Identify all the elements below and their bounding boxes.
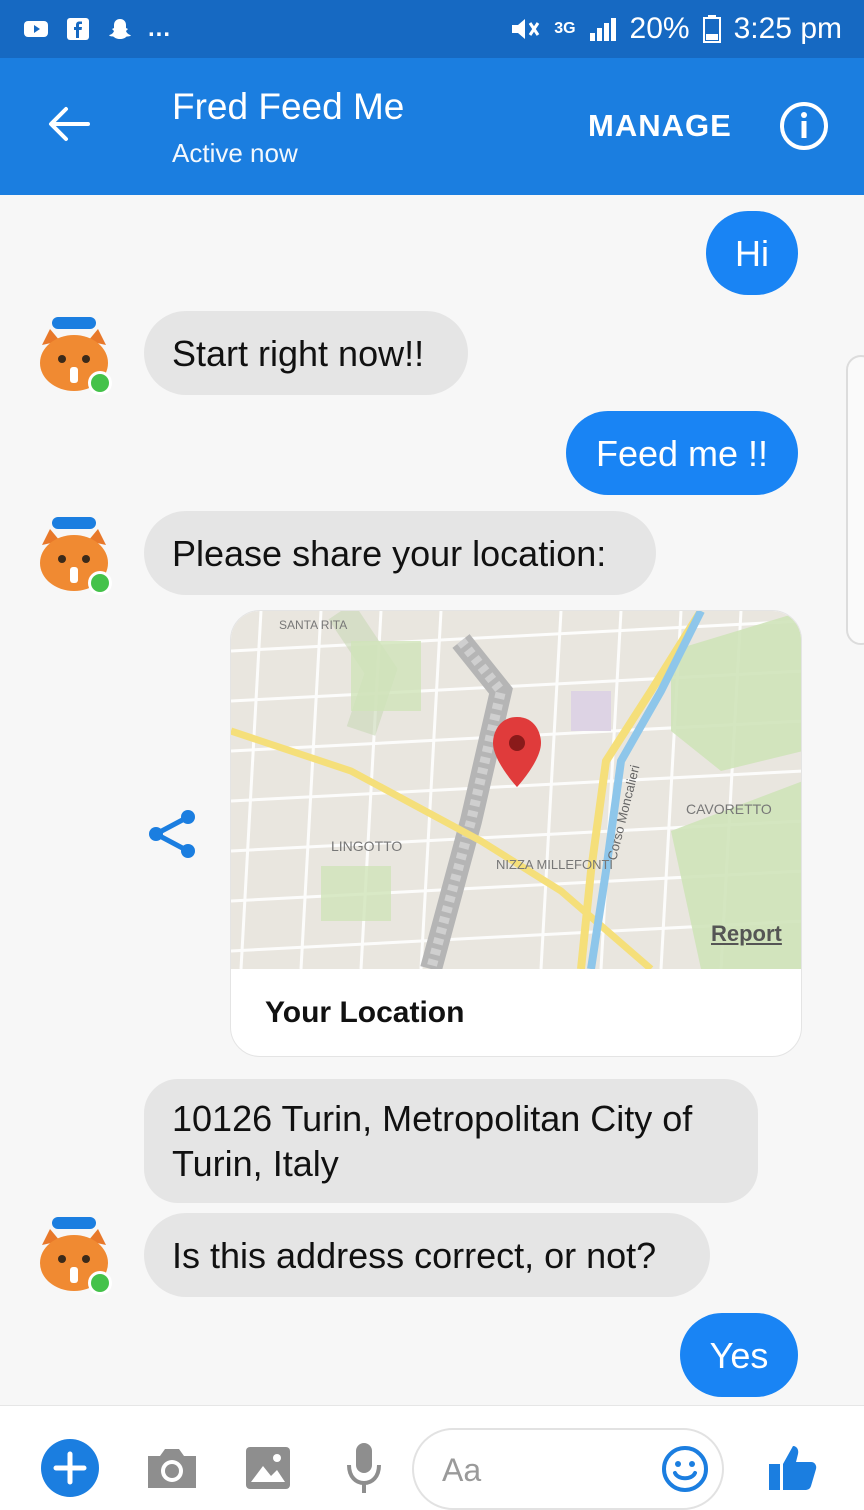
message-text: Feed me !! <box>595 432 769 474</box>
message-composer <box>0 1405 864 1510</box>
plus-circle-icon <box>41 1439 99 1497</box>
bot-avatar[interactable] <box>32 515 116 599</box>
bot-avatar[interactable] <box>32 315 116 399</box>
message-outgoing[interactable]: Hi <box>706 211 798 295</box>
message-incoming[interactable]: Start right now!! <box>144 311 468 395</box>
conversation-header: Fred Feed Me Active now MANAGE <box>0 58 864 195</box>
map-label-lingotto: LINGOTTO <box>331 838 402 854</box>
gallery-button[interactable] <box>238 1438 298 1498</box>
bot-avatar[interactable] <box>32 1215 116 1299</box>
message-text: Start right now!! <box>172 332 425 374</box>
camera-icon <box>148 1449 196 1488</box>
message-incoming[interactable]: Is this address correct, or not? <box>144 1213 710 1297</box>
status-overflow: ... <box>148 15 172 42</box>
back-button[interactable] <box>40 96 96 152</box>
location-card[interactable]: SANTA RITA LINGOTTO NIZZA MILLEFONTI CAV… <box>230 610 802 1057</box>
status-bar: ... 3G 20% 3:25 pm <box>0 0 864 58</box>
message-text: Yes <box>709 1334 769 1376</box>
scroll-indicator <box>846 355 864 645</box>
back-arrow-icon <box>49 107 90 141</box>
emoji-icon[interactable] <box>660 1444 710 1494</box>
share-icon[interactable] <box>144 805 202 863</box>
manage-button[interactable]: MANAGE <box>588 108 732 144</box>
map-label-nizza: NIZZA MILLEFONTI <box>496 857 613 872</box>
map-report-link[interactable]: Report <box>711 921 782 947</box>
voice-button[interactable] <box>334 1438 394 1498</box>
message-incoming[interactable]: Please share your location: <box>144 511 656 595</box>
map-label-cavoretto: CAVORETTO <box>686 801 772 817</box>
message-thread[interactable]: Hi Start right now!! Feed me !! Please s… <box>0 195 864 1405</box>
message-text: Is this address correct, or not? <box>172 1234 657 1276</box>
youtube-icon <box>24 21 48 37</box>
network-type: 3G <box>554 20 576 37</box>
camera-button[interactable] <box>142 1438 202 1498</box>
info-icon[interactable] <box>778 100 830 152</box>
map-image[interactable]: SANTA RITA LINGOTTO NIZZA MILLEFONTI CAV… <box>231 611 802 969</box>
message-text: Please share your location: <box>172 532 607 574</box>
snapchat-icon <box>109 19 131 39</box>
like-button[interactable] <box>762 1438 822 1498</box>
message-incoming[interactable]: 10126 Turin, Metropolitan City of Turin,… <box>144 1079 758 1203</box>
message-outgoing[interactable]: Yes <box>680 1313 798 1397</box>
battery-percent: 20% <box>629 12 690 45</box>
message-outgoing[interactable]: Feed me !! <box>566 411 798 495</box>
contact-title-block[interactable]: Fred Feed Me Active now <box>172 86 404 169</box>
thumbs-up-icon <box>769 1446 817 1490</box>
contact-status: Active now <box>172 138 298 168</box>
image-icon <box>246 1447 290 1489</box>
location-card-title: Your Location <box>265 996 465 1029</box>
clock: 3:25 pm <box>733 12 842 45</box>
signal-icon <box>589 18 616 41</box>
facebook-icon <box>67 18 89 40</box>
mute-icon <box>512 19 540 39</box>
microphone-icon <box>347 1443 381 1493</box>
message-input[interactable] <box>442 1452 642 1489</box>
more-actions-button[interactable] <box>40 1438 100 1498</box>
message-input-box[interactable] <box>412 1428 724 1510</box>
map-label-santa-rita: SANTA RITA <box>279 618 347 632</box>
battery-icon <box>702 15 721 43</box>
message-text: 10126 Turin, Metropolitan City of Turin,… <box>172 1098 693 1184</box>
contact-name: Fred Feed Me <box>172 86 405 127</box>
message-text: Hi <box>735 232 769 274</box>
